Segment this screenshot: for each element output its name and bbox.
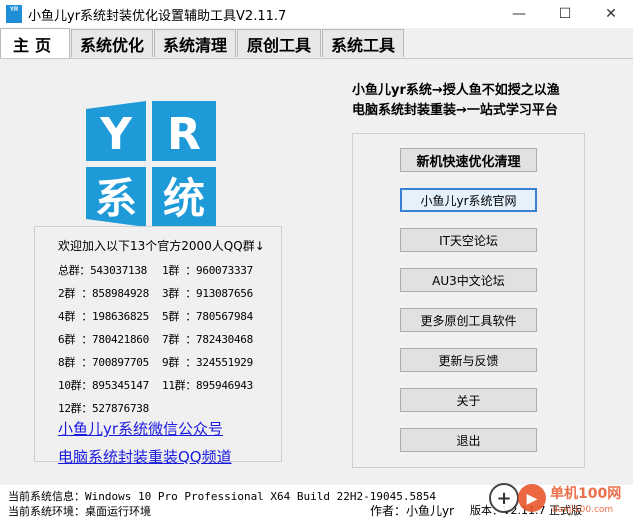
it-forum-button[interactable]: IT天空论坛 (400, 228, 537, 252)
qq-channel-link[interactable]: 电脑系统封装重装QQ频道 (58, 446, 232, 467)
tab-system-optimize[interactable]: 系统优化 (71, 29, 153, 57)
svg-text:单机100网: 单机100网 (550, 485, 621, 502)
app-icon: YR (6, 5, 22, 23)
svg-text:danji100.com: danji100.com (552, 505, 613, 515)
slogan-line-1: 小鱼儿yr系统→授人鱼不如授之以渔 (352, 83, 560, 98)
qq-group-12: 12群：527876738 (58, 402, 149, 415)
more-tools-button[interactable]: 更多原创工具软件 (400, 308, 537, 332)
about-button[interactable]: 关于 (400, 388, 537, 412)
wechat-link[interactable]: 小鱼儿yr系统微信公众号 (58, 418, 223, 439)
yr-logo: Y R 系 统 (86, 101, 216, 231)
author-status: 作者：小鱼儿yr (370, 504, 455, 518)
tab-original-tools[interactable]: 原创工具 (237, 29, 321, 57)
svg-text:+: + (496, 488, 511, 509)
qq-group-5: 5群 ：780567984 (162, 310, 253, 323)
quick-optimize-button[interactable]: 新机快速优化清理 (400, 148, 537, 172)
tab-system-tools[interactable]: 系统工具 (322, 29, 404, 57)
qq-group-6: 6群 ：780421860 (58, 333, 149, 346)
qq-group-11: 11群：895946943 (162, 379, 253, 392)
qq-group-7: 7群 ：782430468 (162, 333, 253, 346)
svg-text:Y: Y (99, 109, 133, 160)
website-button[interactable]: 小鱼儿yr系统官网 (400, 188, 537, 212)
home-panel: Y R 系 统 小鱼儿yr系统→授人鱼不如授之以渔 电脑系统封装重装→一站式学习… (0, 58, 633, 485)
qq-group-total: 总群：543037138 (58, 264, 148, 277)
watermark-logo: + ▶ 单机100网 danji100.com (489, 483, 621, 515)
maximize-button[interactable]: ☐ (542, 0, 588, 28)
svg-text:统: 统 (163, 174, 205, 223)
svg-text:系: 系 (95, 174, 137, 223)
slogan-line-2: 电脑系统封装重装→一站式学习平台 (352, 103, 558, 118)
system-env-status: 当前系统环境：桌面运行环境 (8, 505, 151, 518)
exit-button[interactable]: 退出 (400, 428, 537, 452)
qq-group-3: 3群 ：913087656 (162, 287, 253, 300)
svg-text:▶: ▶ (527, 491, 538, 507)
tab-system-clean[interactable]: 系统清理 (154, 29, 236, 57)
close-button[interactable]: ✕ (588, 0, 633, 28)
minimize-button[interactable]: — (496, 0, 542, 28)
au3-forum-button[interactable]: AU3中文论坛 (400, 268, 537, 292)
links-group-box (352, 133, 585, 468)
qq-heading: 欢迎加入以下13个官方2000人QQ群↓ (58, 239, 265, 253)
qq-group-10: 10群：895345147 (58, 379, 149, 392)
update-feedback-button[interactable]: 更新与反馈 (400, 348, 537, 372)
qq-group-1: 1群 ：960073337 (162, 264, 253, 277)
qq-group-8: 8群 ：700897705 (58, 356, 149, 369)
qq-group-4: 4群 ：198636825 (58, 310, 149, 323)
qq-group-2: 2群 ：858984928 (58, 287, 149, 300)
qq-group-9: 9群 ：324551929 (162, 356, 253, 369)
title-bar: YR 小鱼儿yr系统封装优化设置辅助工具V2.11.7 — ☐ ✕ (0, 0, 633, 28)
tab-home[interactable]: 主页 (0, 28, 70, 58)
window-title: 小鱼儿yr系统封装优化设置辅助工具V2.11.7 (28, 9, 287, 24)
svg-text:R: R (167, 109, 201, 160)
tab-strip: 主页 系统优化 系统清理 原创工具 系统工具 (0, 28, 633, 58)
